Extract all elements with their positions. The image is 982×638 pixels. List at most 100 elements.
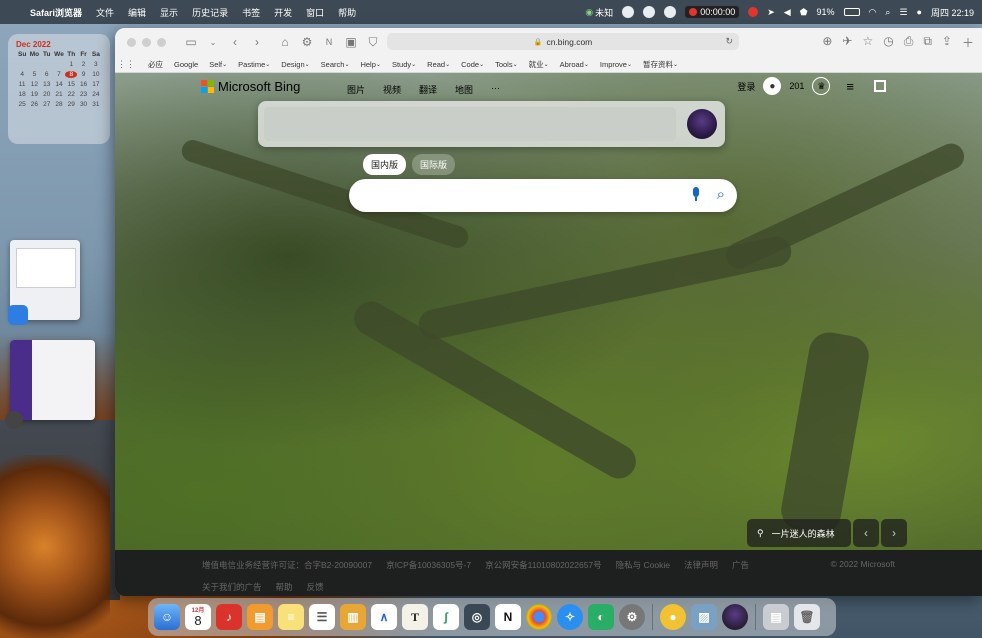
network-icon[interactable] <box>664 6 677 18</box>
favorite-item[interactable]: Study <box>392 60 411 69</box>
menu-bookmarks[interactable]: 书签 <box>242 6 260 19</box>
nav-images[interactable]: 图片 <box>347 83 365 96</box>
favorite-item[interactable]: Self <box>209 60 222 69</box>
menu-file[interactable]: 文件 <box>96 6 114 19</box>
new-tab-icon[interactable]: ＋ <box>962 34 974 51</box>
notes-dock-icon[interactable]: ≡ <box>278 604 304 630</box>
favorite-item[interactable]: Tools <box>495 60 513 69</box>
system-settings-dock-icon[interactable]: ⚙ <box>619 604 645 630</box>
favorite-item[interactable]: Read <box>427 60 445 69</box>
wizard-hat-icon[interactable] <box>687 109 717 139</box>
reload-icon[interactable]: ↻ <box>725 36 733 47</box>
footer-link[interactable]: 反馈 <box>307 581 324 593</box>
print-icon[interactable]: ⎙ <box>904 34 914 51</box>
preview-dock-icon[interactable]: ▨ <box>691 604 717 630</box>
favorite-item[interactable]: Code <box>461 60 479 69</box>
search-icon[interactable]: ⌕ <box>717 186 725 203</box>
menu-edit[interactable]: 编辑 <box>128 6 146 19</box>
bing-logo[interactable]: Microsoft Bing <box>201 79 300 94</box>
folder-dock-icon[interactable]: ▥ <box>340 604 366 630</box>
app-dock-icon[interactable]: ∧ <box>371 604 397 630</box>
favorite-item[interactable]: 必应 <box>148 59 163 70</box>
notion-dock-icon[interactable]: N <box>495 604 521 630</box>
netease-music-dock-icon[interactable]: ♪ <box>216 604 242 630</box>
favorite-item[interactable]: Pastime <box>238 60 265 69</box>
user-avatar-icon[interactable]: ● <box>763 77 782 95</box>
trash-dock-icon[interactable]: 🗑 <box>794 604 820 630</box>
tab-overview-icon[interactable]: ⧉ <box>923 34 932 51</box>
footer-link[interactable]: 广告 <box>732 559 749 571</box>
minimize-window-button[interactable] <box>142 37 151 47</box>
favorite-item[interactable]: Improve <box>600 60 627 69</box>
wechat-dock-icon[interactable]: ◐ <box>588 604 614 630</box>
login-link[interactable]: 登录 <box>737 80 755 93</box>
favorites-grid-icon[interactable]: ⋮⋮ <box>115 59 137 70</box>
calendar-dock-icon[interactable]: 12月 8 <box>185 604 211 630</box>
close-window-button[interactable] <box>127 37 136 47</box>
sidebar-toggle-icon[interactable]: ▭ <box>180 35 202 49</box>
nav-more[interactable]: ··· <box>491 83 500 96</box>
back-button[interactable]: ‹ <box>224 35 246 49</box>
microphone-icon[interactable] <box>691 187 701 203</box>
history-clock-icon[interactable]: ◷ <box>883 34 893 51</box>
calendar-widget[interactable]: Dec 2022 Su Mo Tu We Th Fr Sa 1 2 3 4 5 6 7 8 9 10 11 12 13… <box>8 34 110 144</box>
shield-extension-icon[interactable]: ⛉ <box>362 35 384 50</box>
rewards-points[interactable]: 201 <box>789 81 804 91</box>
menu-history[interactable]: 历史记录 <box>192 6 228 19</box>
battery-percent[interactable]: 91% <box>817 7 835 17</box>
chevron-down-icon[interactable]: ⌄ <box>202 38 224 47</box>
control-center-icon[interactable]: ☰ <box>899 7 907 18</box>
footer-link[interactable]: 法律声明 <box>684 559 718 571</box>
favorite-item[interactable]: 就业 <box>529 59 544 70</box>
books-dock-icon[interactable]: ▤ <box>247 604 273 630</box>
favorite-item[interactable]: Google <box>174 60 198 69</box>
menu-help[interactable]: 帮助 <box>338 6 356 19</box>
footer-link[interactable]: 增值电信业务经营许可证：合字B2-20090007 <box>202 559 372 571</box>
app-status-icon[interactable] <box>622 6 635 18</box>
record-stop-icon[interactable] <box>748 7 759 17</box>
search-input[interactable]: ⌕ <box>349 179 737 212</box>
footer-link[interactable]: 京公网安备11010802022657号 <box>485 559 602 571</box>
footer-link[interactable]: 帮助 <box>276 581 293 593</box>
screen-record-indicator[interactable]: 00:00:00 <box>685 6 740 18</box>
favorite-item[interactable]: Design <box>281 60 304 69</box>
favorite-item[interactable]: Search <box>321 60 345 69</box>
volume-icon[interactable]: ◀ <box>784 7 791 18</box>
share-icon[interactable]: ⇪ <box>942 34 952 51</box>
app-yellow-dock-icon[interactable]: ● <box>660 604 686 630</box>
wifi-icon[interactable]: ◠ <box>869 7 877 18</box>
favorite-item[interactable]: Abroad <box>560 60 584 69</box>
notion-extension-icon[interactable]: N <box>318 37 340 47</box>
screenshot-extension-icon[interactable]: ▣ <box>340 35 362 49</box>
suggestion-bar[interactable] <box>264 107 676 141</box>
menu-app-name[interactable]: Safari浏览器 <box>30 6 82 19</box>
reminders-dock-icon[interactable]: ☰ <box>309 604 335 630</box>
home-icon[interactable]: ⌂ <box>274 35 296 49</box>
zoom-window-button[interactable] <box>157 37 166 47</box>
wechat-status-icon[interactable] <box>643 6 656 18</box>
bookmark-star-icon[interactable]: ☆ <box>862 34 873 51</box>
extension-bird-icon[interactable]: ✈ <box>842 34 852 51</box>
typora-dock-icon[interactable]: T <box>402 604 428 630</box>
menu-window[interactable]: 窗口 <box>306 6 324 19</box>
tab-domestic[interactable]: 国内版 <box>363 154 407 175</box>
safari-dock-icon[interactable]: ✧ <box>557 604 583 630</box>
footer-link[interactable]: 京ICP备10036305号-7 <box>386 559 471 571</box>
next-image-button[interactable]: › <box>881 519 907 547</box>
chrome-dock-icon[interactable] <box>526 604 552 630</box>
vpn-status[interactable]: ◉ 未知 <box>585 6 613 19</box>
stage-manager-app-window[interactable] <box>10 340 95 420</box>
shield-icon[interactable]: ⬟ <box>800 7 808 18</box>
footer-link[interactable]: 隐私与 Cookie <box>616 559 670 571</box>
menu-clock[interactable]: 周四 22:19 <box>931 6 974 19</box>
image-caption-button[interactable]: ⚲ 一片迷人的森林 <box>747 519 851 547</box>
favorite-item[interactable]: 暂存资料 <box>643 59 673 70</box>
nav-maps[interactable]: 地图 <box>455 83 473 96</box>
tab-international[interactable]: 国际版 <box>412 154 456 175</box>
qr-code-icon[interactable] <box>874 80 886 92</box>
feishu-dock-icon[interactable]: ∫ <box>433 604 459 630</box>
spotlight-icon[interactable]: ⌕ <box>885 7 890 18</box>
address-bar[interactable]: 🔒 cn.bing.com ↻ <box>387 33 739 50</box>
settings-gear-icon[interactable]: ⚙ <box>296 35 318 49</box>
menu-view[interactable]: 显示 <box>160 6 178 19</box>
